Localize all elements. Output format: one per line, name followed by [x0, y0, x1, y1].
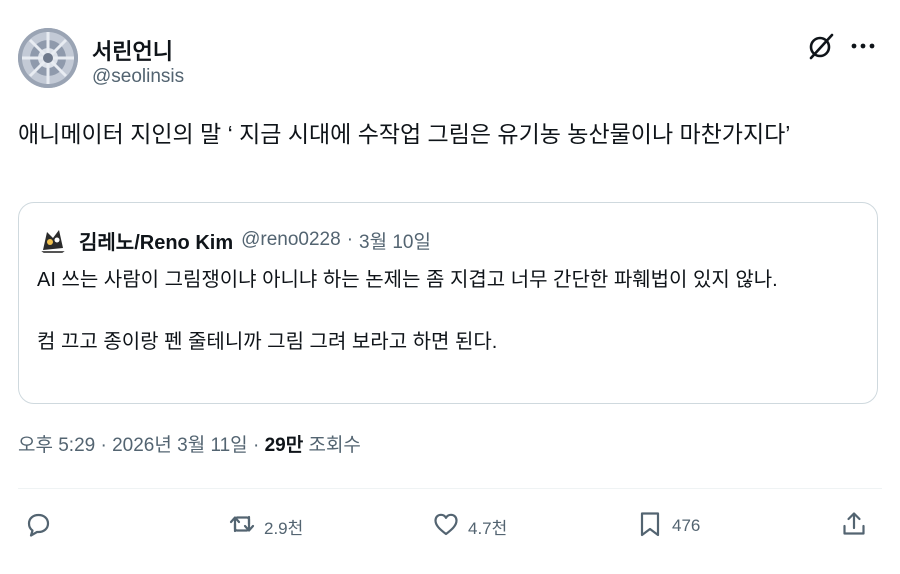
meta-separator: · [100, 435, 107, 456]
bookmark-count: 476 [672, 516, 701, 535]
like-button[interactable]: 4.7천 [432, 506, 507, 546]
retweet-button[interactable]: 2.9천 [228, 506, 303, 546]
divider [18, 488, 882, 489]
grok-slash-icon[interactable] [808, 32, 834, 60]
tweet-date[interactable]: 2026년 3월 11일 [112, 435, 248, 456]
reply-icon [24, 510, 52, 543]
author-handle[interactable]: @seolinsis [92, 66, 184, 88]
bookmark-icon [636, 510, 664, 543]
heart-icon [432, 510, 460, 543]
tweet-text: 애니메이터 지인의 말 ‘ 지금 시대에 수작업 그림은 유기농 농산물이나 마… [18, 121, 791, 147]
tweet-meta: 오후 5:29 · 2026년 3월 11일 · 29만 조회수 [18, 430, 361, 457]
action-bar: 2.9천 4.7천 476 [0, 506, 900, 546]
like-count: 4.7천 [468, 518, 508, 538]
views-label: 조회수 [308, 435, 361, 456]
quoted-author-display-name[interactable]: 김레노/Reno Kim [79, 226, 233, 255]
author-display-name[interactable]: 서린언니 [92, 34, 173, 66]
quoted-tweet-text: AI 쓰는 사람이 그림쟁이냐 아니냐 하는 논제는 좀 지겹고 너무 간단한 … [37, 269, 778, 353]
tweet-header: 서린언니 @seolinsis [18, 28, 882, 92]
author-avatar[interactable] [18, 28, 78, 88]
retweet-icon [228, 510, 256, 543]
more-dots-icon[interactable] [850, 36, 876, 56]
quoted-tweet-header: 김레노/Reno Kim @reno0228 · 3월 10일 [37, 224, 431, 256]
quoted-author-handle[interactable]: @reno0228 [241, 229, 341, 251]
retweet-count: 2.9천 [264, 518, 304, 538]
share-icon [840, 510, 868, 543]
quoted-separator: · [346, 229, 354, 250]
share-button[interactable] [840, 506, 868, 546]
bookmark-button[interactable]: 476 [636, 506, 700, 546]
quoted-tweet[interactable]: 김레노/Reno Kim @reno0228 · 3월 10일 AI 쓰는 사람… [18, 202, 878, 404]
tweet-time[interactable]: 오후 5:29 [18, 435, 95, 456]
quoted-date[interactable]: 3월 10일 [359, 227, 431, 254]
reply-button[interactable] [24, 506, 52, 546]
quoted-author-avatar[interactable] [37, 224, 69, 256]
meta-separator-2: · [252, 435, 260, 456]
views-count: 29만 [264, 435, 304, 456]
